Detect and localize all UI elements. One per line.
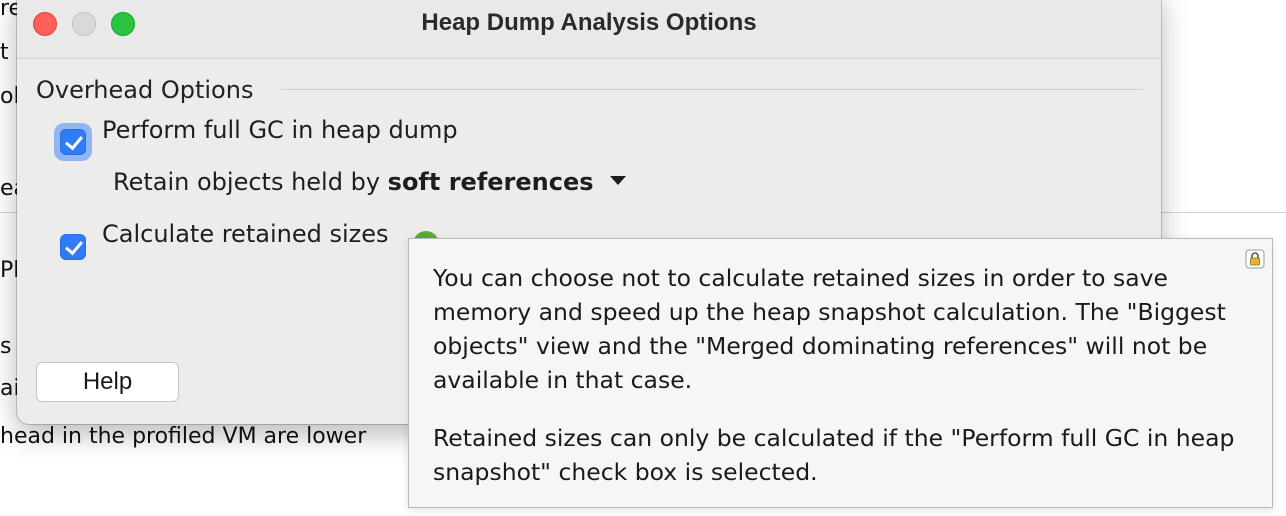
title-bar[interactable]: Heap Dump Analysis Options	[17, 0, 1161, 59]
chevron-down-icon	[609, 175, 626, 185]
retain-value: soft references	[387, 168, 594, 196]
window-title: Heap Dump Analysis Options	[421, 9, 757, 36]
tooltip-paragraph-2: Retained sizes can only be calculated if…	[433, 424, 1235, 486]
full-gc-checkbox[interactable]	[60, 129, 86, 155]
background-text-7: head in the profiled VM are lower	[0, 424, 367, 449]
help-button[interactable]: Help	[36, 362, 179, 402]
section-divider	[281, 89, 1143, 90]
section-label: Overhead Options	[36, 76, 254, 104]
retained-sizes-label[interactable]: Calculate retained sizes	[102, 220, 389, 248]
full-gc-label[interactable]: Perform full GC in heap dump	[102, 116, 458, 144]
tooltip-paragraph-1: You can choose not to calculate retained…	[433, 264, 1226, 394]
retain-prefix: Retain objects held by	[113, 168, 388, 196]
background-text-1: t	[0, 40, 9, 65]
retain-objects-dropdown[interactable]: Retain objects held by soft references	[113, 168, 626, 196]
background-text-5: s	[0, 334, 12, 359]
retained-sizes-checkbox[interactable]	[60, 234, 86, 260]
tooltip-popup: You can choose not to calculate retained…	[408, 238, 1273, 508]
